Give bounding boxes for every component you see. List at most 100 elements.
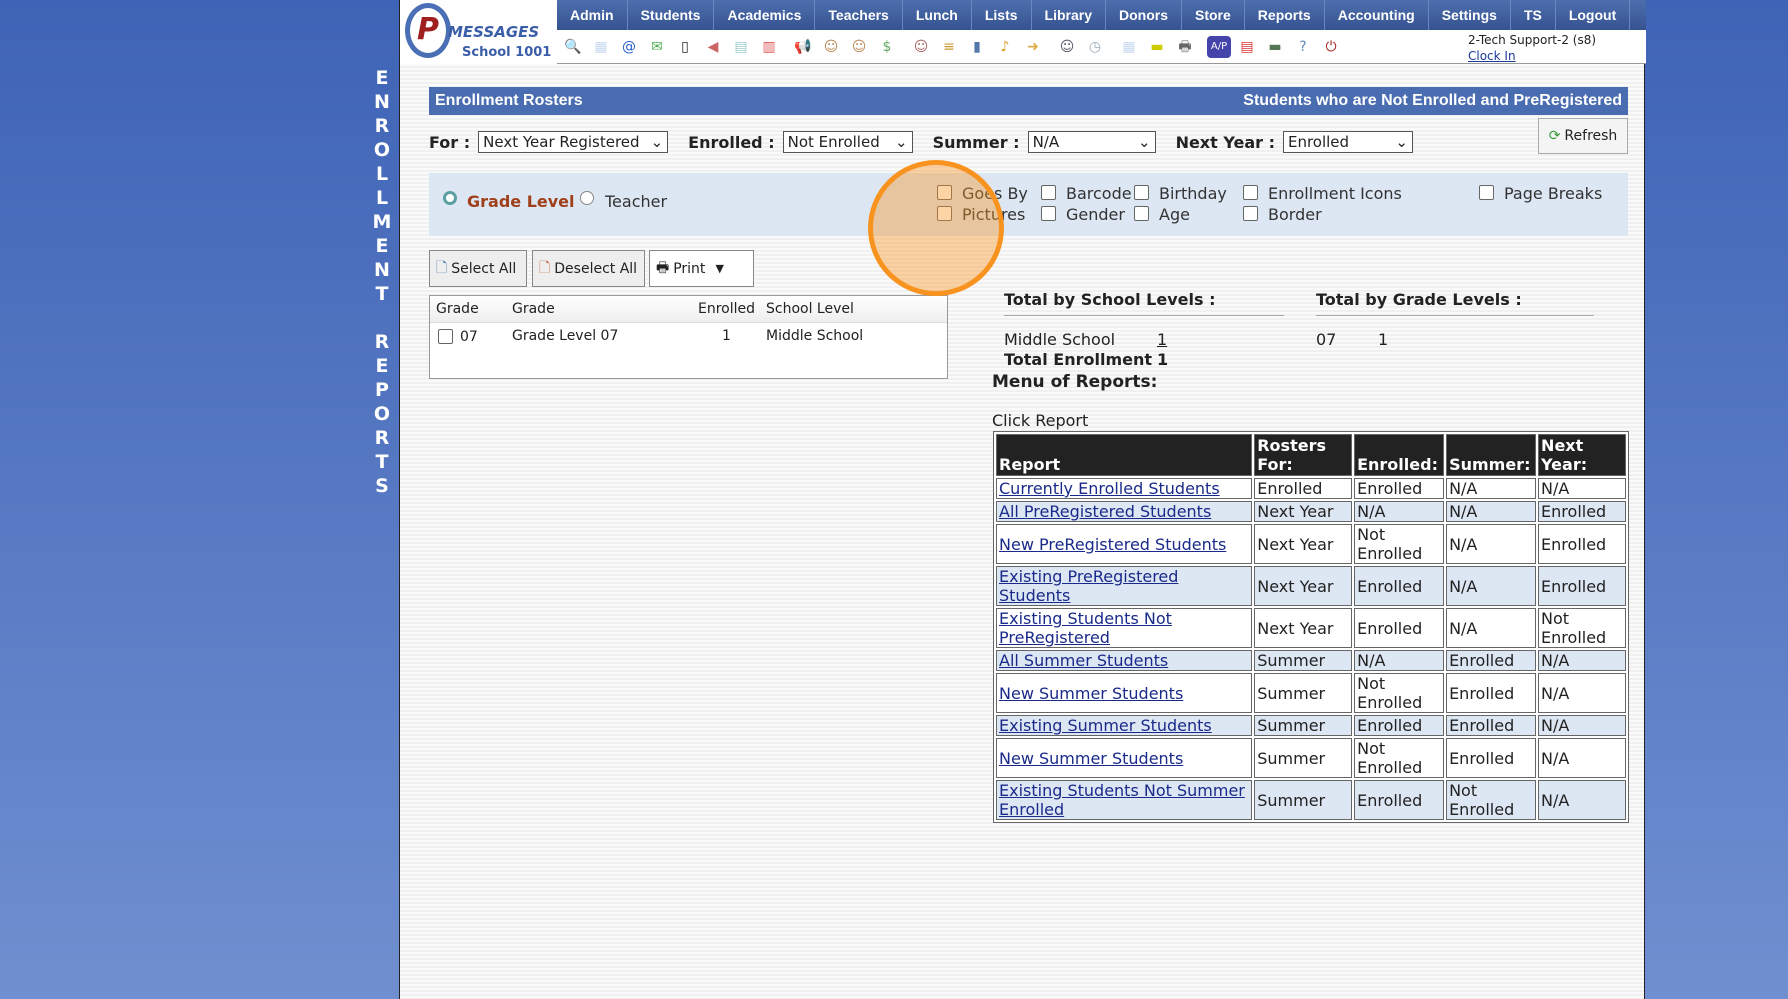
report-row: New Summer Students Summer Not Enrolled Enr… (996, 738, 1626, 778)
nav-lunch[interactable]: Lunch (903, 0, 972, 30)
report-link[interactable]: All PreRegistered Students (999, 502, 1211, 521)
report-cell: Next Year (1254, 608, 1353, 648)
help-icon[interactable]: ? (1291, 36, 1315, 58)
report-link[interactable]: New Summer Students (999, 684, 1183, 703)
deselect-all-label: Deselect All (554, 260, 638, 277)
checkbox-age[interactable] (1134, 206, 1149, 221)
checkbox-border[interactable] (1243, 206, 1258, 221)
logo[interactable]: P MESSAGES School 1001 (400, 0, 557, 64)
checkbox-barcode[interactable] (1041, 185, 1056, 200)
ap-icon[interactable]: A/P (1207, 35, 1231, 58)
summer-select[interactable]: N/A ⌄ (1027, 131, 1156, 153)
user-icon[interactable]: ☺ (847, 36, 871, 58)
money-icon[interactable]: $ (875, 36, 899, 58)
report-cell: Enrolled (1354, 780, 1445, 820)
vertical-letter: N (374, 91, 390, 113)
report-link[interactable]: New PreRegistered Students (999, 535, 1226, 554)
bell-icon[interactable]: ♪ (993, 36, 1017, 58)
report-link-cell: Currently Enrolled Students (996, 478, 1253, 499)
teacher-label: Teacher (605, 192, 668, 211)
nav-teachers[interactable]: Teachers (815, 0, 903, 30)
card-icon[interactable]: ▬ (1145, 36, 1169, 58)
report-cell: Next Year (1254, 566, 1353, 606)
report-link[interactable]: Existing Students Not Summer Enrolled (999, 781, 1245, 819)
nav-reports[interactable]: Reports (1245, 0, 1325, 30)
clock-in-link[interactable]: Clock In (1468, 48, 1596, 64)
checkbox-birthday[interactable] (1134, 185, 1149, 200)
print-button[interactable]: 🖶 Print ▼ (649, 250, 754, 287)
nav-students[interactable]: Students (628, 0, 715, 30)
printer-icon[interactable]: 🖶 (1173, 36, 1197, 58)
add-user-icon[interactable]: ☺ (819, 36, 843, 58)
search-icon[interactable]: 🔍 (561, 36, 585, 58)
next-year-select[interactable]: Enrolled ⌄ (1282, 131, 1413, 153)
export-icon[interactable]: ➜ (1021, 36, 1045, 58)
main-panel: P MESSAGES School 1001 Admin Students Acad… (399, 0, 1646, 999)
checkbox-enrollment-icons[interactable] (1243, 185, 1258, 200)
spreadsheet-icon[interactable]: ▦ (1117, 36, 1141, 58)
lunch-icon[interactable]: ≡ (937, 36, 961, 58)
grade-level-radio[interactable] (443, 191, 457, 205)
nav-admin[interactable]: Admin (557, 0, 628, 30)
report-link[interactable]: Existing Students Not PreRegistered (999, 609, 1172, 647)
school-level-count[interactable]: 1 (1157, 330, 1167, 349)
report-cell: N/A (1538, 478, 1626, 499)
checkbox-goes-by[interactable] (937, 185, 952, 200)
nav-accounting[interactable]: Accounting (1325, 0, 1429, 30)
report-value: Enrolled (1357, 716, 1423, 735)
report-link[interactable]: Existing PreRegistered Students (999, 567, 1178, 605)
deselect-all-button[interactable]: 🗋 Deselect All (532, 250, 645, 287)
clock-icon[interactable]: ◷ (1083, 36, 1107, 58)
nav-settings[interactable]: Settings (1429, 0, 1511, 30)
grade-levels-title: Total by Grade Levels : (1316, 290, 1594, 316)
logo-mark: P (405, 3, 451, 58)
phone-icon[interactable]: ▯ (673, 36, 697, 58)
staff-icon[interactable]: ☺ (1055, 36, 1079, 58)
select-all-button[interactable]: 🗋 Select All (429, 250, 527, 287)
checkbox-gender[interactable] (1041, 206, 1056, 221)
checkbox-page-breaks[interactable] (1479, 185, 1494, 200)
nav-lists[interactable]: Lists (972, 0, 1032, 30)
row-checkbox[interactable] (438, 329, 453, 344)
nav-academics[interactable]: Academics (714, 0, 816, 30)
checkbox-pictures[interactable] (937, 206, 952, 221)
teacher-radio[interactable] (580, 191, 594, 205)
megaphone-icon[interactable]: 📢 (791, 36, 815, 58)
enrolled-select[interactable]: Not Enrolled ⌄ (782, 131, 913, 153)
summer-value: N/A (1032, 133, 1060, 151)
book-icon[interactable]: ▮ (965, 36, 989, 58)
report-link[interactable]: All Summer Students (999, 651, 1168, 670)
nav-store[interactable]: Store (1182, 0, 1245, 30)
enrolled-value: Not Enrolled (787, 133, 880, 151)
report-cell: Enrolled (1446, 715, 1537, 736)
school-name: School 1001 (462, 45, 552, 60)
chat-icon[interactable]: ✉ (645, 36, 669, 58)
col-enrolled: Enrolled (698, 301, 756, 317)
pdf-icon[interactable]: ▤ (1235, 36, 1259, 58)
filter-row: For : Next Year Registered ⌄ Enrolled : N… (429, 130, 1413, 154)
report-link-cell: All Summer Students (996, 650, 1253, 671)
for-value: Next Year Registered (483, 133, 640, 151)
family-icon[interactable]: ☺ (909, 36, 933, 58)
date-icon[interactable]: ▥ (757, 36, 781, 58)
cash-register-icon[interactable]: ▬ (1263, 36, 1287, 58)
report-link[interactable]: Currently Enrolled Students (999, 479, 1220, 498)
report-value: Summer (1257, 716, 1326, 735)
report-value: Next Year (1257, 502, 1334, 521)
report-link[interactable]: Existing Summer Students (999, 716, 1212, 735)
report-link-cell: All PreRegistered Students (996, 501, 1253, 522)
refresh-button[interactable]: ⟳ Refresh (1538, 118, 1628, 154)
report-value: Summer (1257, 651, 1326, 670)
chevron-down-icon: ▼ (715, 262, 724, 275)
calendar-grid-icon[interactable]: ▦ (589, 36, 613, 58)
nav-logout[interactable]: Logout (1556, 0, 1631, 30)
report-link[interactable]: New Summer Students (999, 749, 1183, 768)
for-select[interactable]: Next Year Registered ⌄ (478, 131, 669, 153)
power-icon[interactable]: ⏻ (1319, 36, 1343, 58)
nav-library[interactable]: Library (1032, 0, 1106, 30)
nav-donors[interactable]: Donors (1106, 0, 1182, 30)
nav-ts[interactable]: TS (1511, 0, 1556, 30)
report-icon[interactable]: ▤ (729, 36, 753, 58)
email-icon[interactable]: @ (617, 36, 641, 58)
speaker-icon[interactable]: ◀ (701, 36, 725, 58)
